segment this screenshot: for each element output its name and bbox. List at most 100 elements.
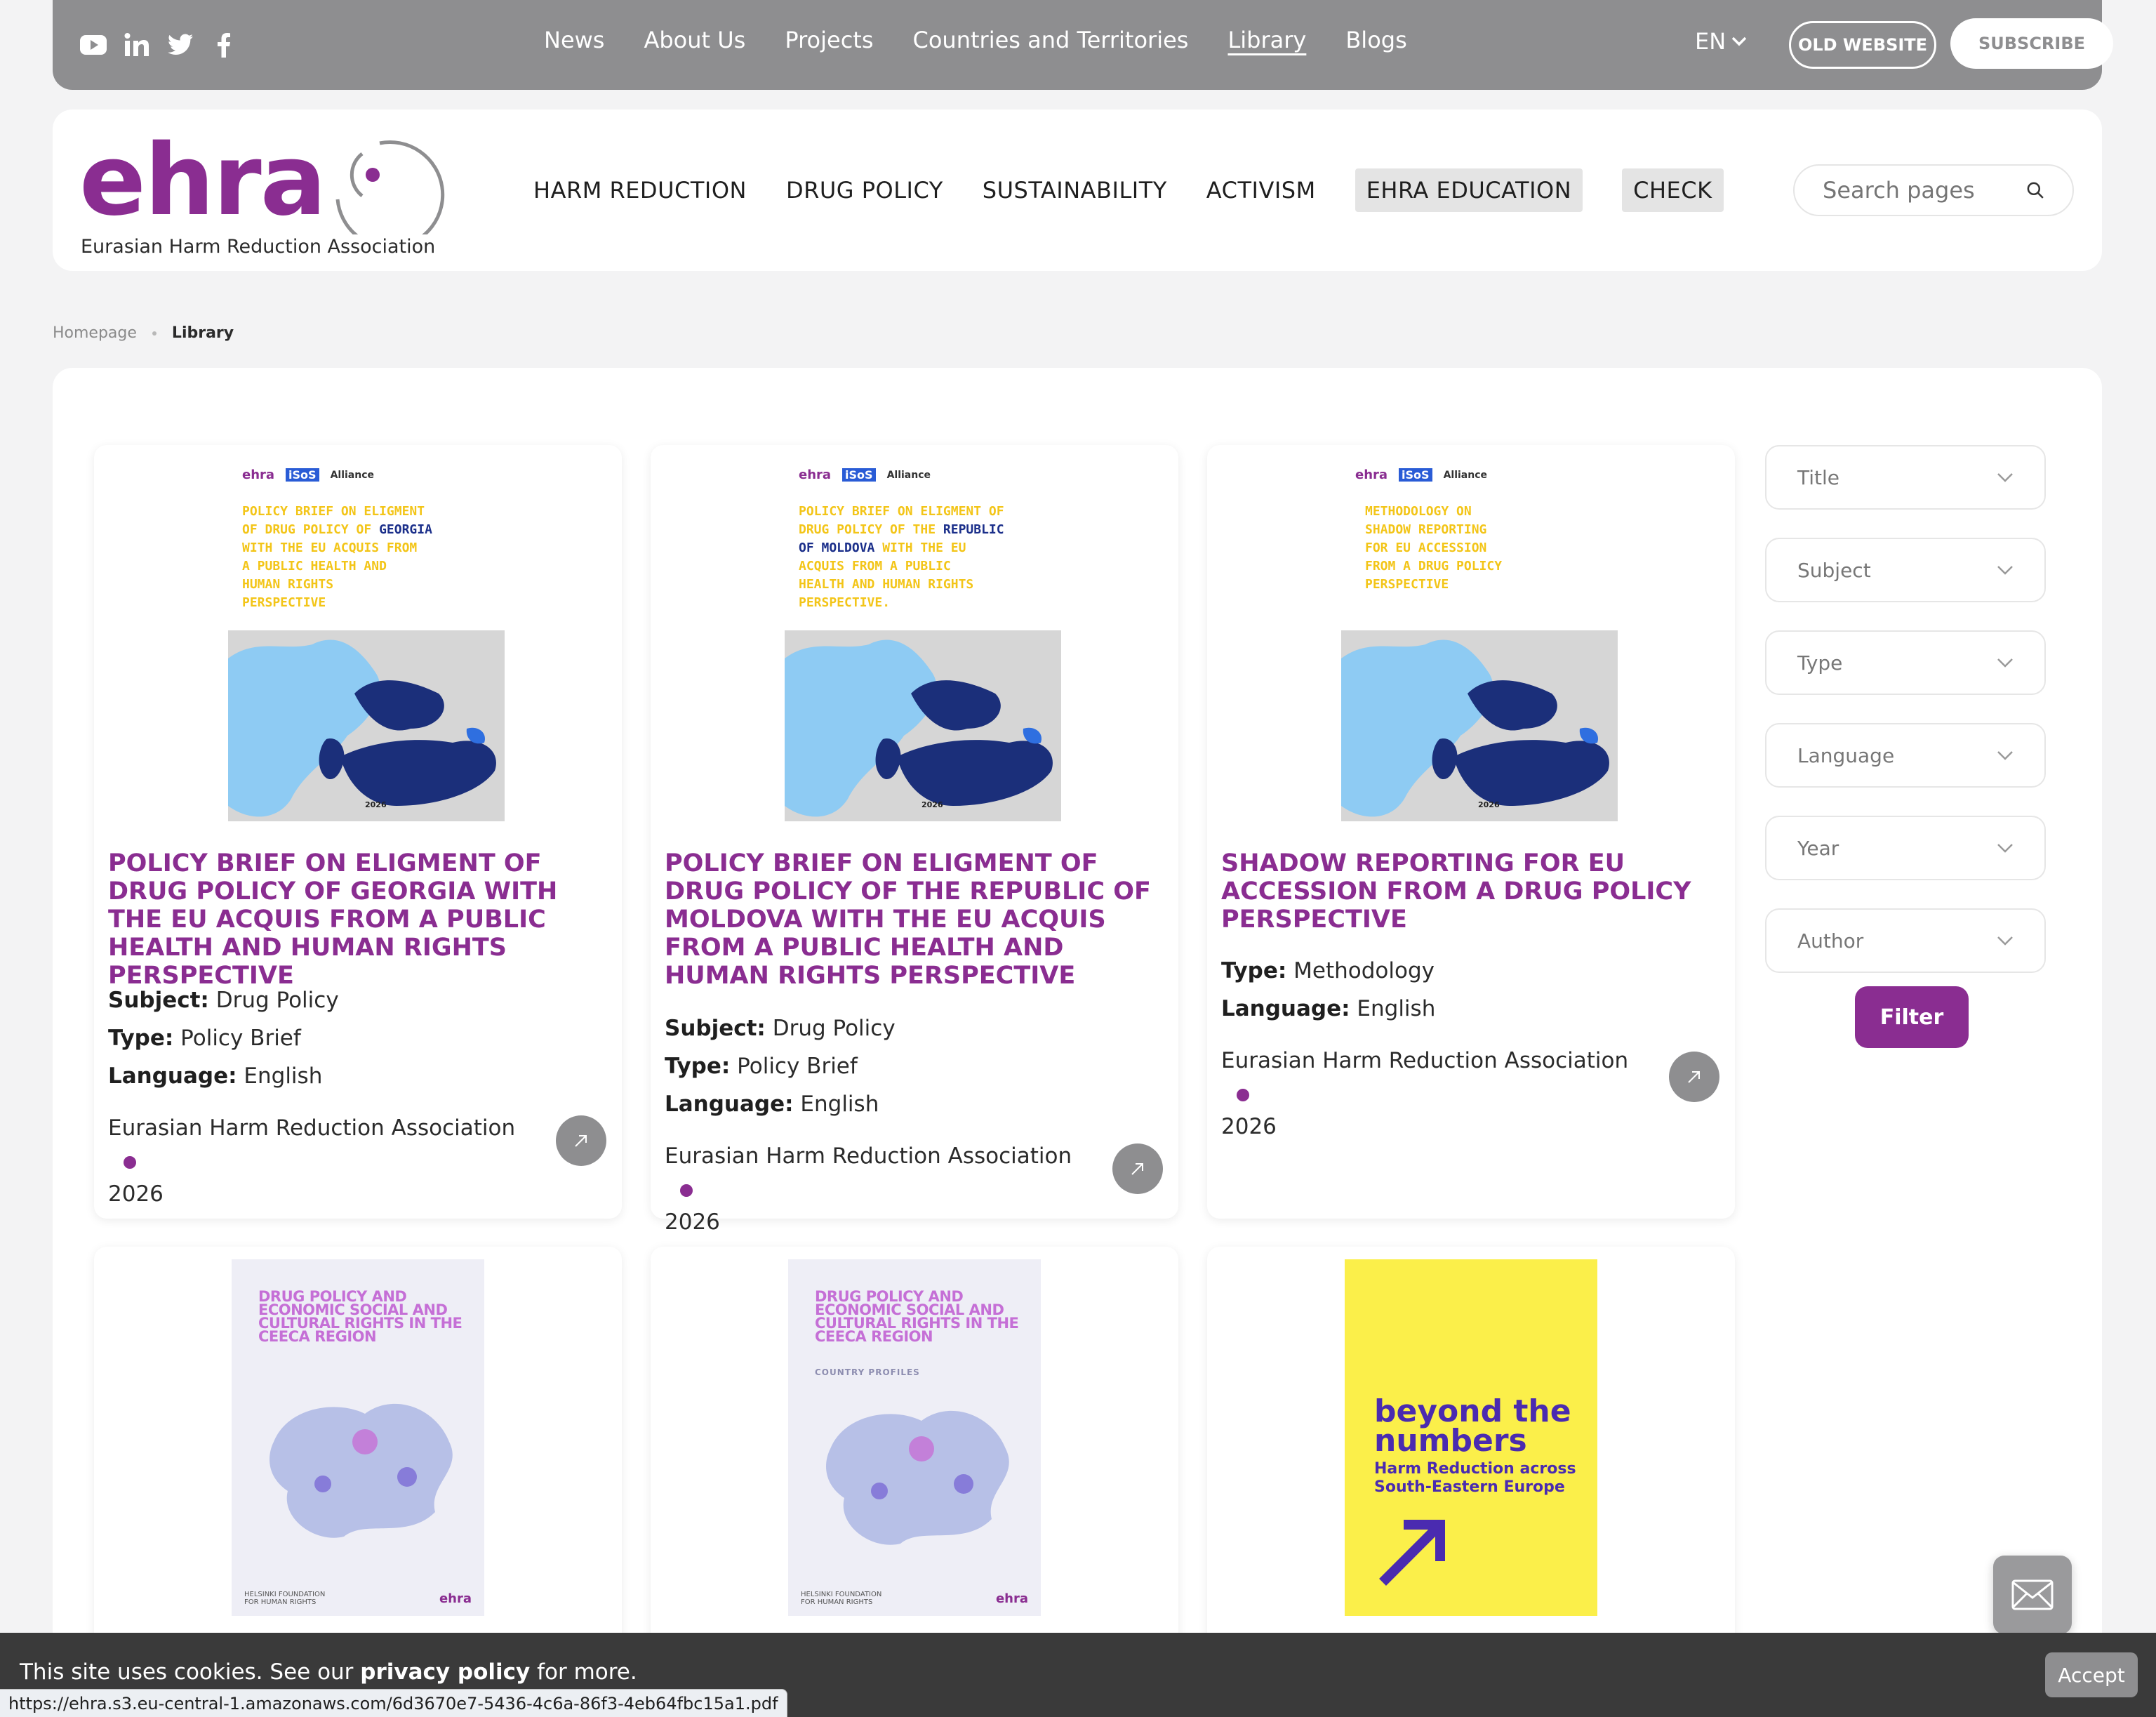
filter-language-select[interactable]: Language (1765, 723, 2046, 788)
filter-type-select[interactable]: Type (1765, 630, 2046, 695)
privacy-policy-link[interactable]: privacy policy (360, 1659, 530, 1685)
top-bar: News About Us Projects Countries and Ter… (53, 0, 2113, 90)
meta-label: Language: (1221, 996, 1350, 1021)
meta-value: English (800, 1092, 879, 1117)
cover-line: WITH THE EU (874, 541, 966, 555)
cover-logo-alliance: Alliance (886, 469, 931, 481)
nav-activism[interactable]: ACTIVISM (1206, 177, 1316, 204)
nav-drug-policy[interactable]: DRUG POLICY (786, 177, 943, 204)
cover-title: POLICY BRIEF ON ELIGMENT OF DRUG POLICY … (242, 503, 481, 612)
open-arrow-button[interactable] (556, 1115, 606, 1166)
cover-line-highlight: OF MOLDOVA (799, 541, 875, 555)
top-nav-about-us[interactable]: About Us (644, 27, 745, 53)
card-author: Eurasian Harm Reduction Association 2026 (1221, 1045, 1630, 1143)
card-year: 2026 (665, 1209, 720, 1235)
contact-mail-button[interactable] (1993, 1556, 2072, 1634)
ehra-logo[interactable]: ehra Eurasian Harm Reduction Association (79, 122, 445, 263)
social-links (79, 28, 238, 62)
cover-logos: ehra iSoS Alliance (242, 468, 374, 482)
cover-logo-isos: iSoS (286, 468, 319, 482)
cookie-accept-button[interactable]: Accept (2045, 1652, 2138, 1697)
cover-line: SHADOW REPORTING (1365, 522, 1487, 537)
chevron-down-icon (1997, 751, 2013, 760)
subscribe-button[interactable]: SUBSCRIBE (1950, 18, 2113, 69)
search-input[interactable] (1823, 177, 2026, 204)
cookie-text-part: for more. (530, 1659, 637, 1685)
top-nav-countries[interactable]: Countries and Territories (913, 27, 1189, 53)
logo-mark-icon (335, 140, 445, 234)
meta-value: Policy Brief (180, 1026, 301, 1051)
library-card[interactable]: ehra iSoS Alliance POLICY BRIEF ON ELIGM… (94, 445, 622, 1219)
card-meta: Type: Methodology Language: English (1221, 952, 1721, 1028)
old-website-button[interactable]: OLD WEBSITE (1789, 21, 1936, 69)
open-arrow-button[interactable] (1669, 1052, 1719, 1102)
cover-footer-logo: ehra (995, 1591, 1028, 1606)
twitter-icon[interactable] (166, 28, 194, 62)
linkedin-icon[interactable] (123, 28, 151, 62)
separator-dot (680, 1184, 693, 1197)
cover-logo-ehra: ehra (1355, 468, 1388, 482)
nav-harm-reduction[interactable]: HARM REDUCTION (533, 177, 747, 204)
card-title[interactable]: POLICY BRIEF ON ELIGMENT OF DRUG POLICY … (665, 849, 1164, 990)
filter-subject-select[interactable]: Subject (1765, 538, 2046, 602)
filter-label: Subject (1797, 558, 1871, 582)
cover-line: HUMAN RIGHTS (242, 577, 334, 592)
filter-panel: Title Subject Type Language Year Author (1765, 445, 2046, 1001)
youtube-icon[interactable] (79, 28, 107, 62)
library-card[interactable]: ehra iSoS Alliance POLICY BRIEF ON ELIGM… (651, 445, 1178, 1235)
meta-value: English (244, 1063, 323, 1089)
breadcrumb-home[interactable]: Homepage (53, 324, 137, 342)
card-subject: Subject: Drug Policy (665, 1009, 1164, 1047)
author-name: Eurasian Harm Reduction Association (665, 1143, 1072, 1169)
language-selector[interactable]: EN (1695, 28, 1747, 55)
cover-image: ehra iSoS Alliance POLICY BRIEF ON ELIGM… (771, 458, 1061, 830)
open-arrow-button[interactable] (1112, 1143, 1163, 1194)
nav-ehra-education[interactable]: EHRA EDUCATION (1355, 168, 1583, 212)
card-title[interactable]: SHADOW REPORTING FOR EU ACCESSION FROM A… (1221, 849, 1721, 934)
cover-subtitle: COUNTRY PROFILES (815, 1367, 920, 1377)
separator-dot (1237, 1088, 1249, 1101)
library-card[interactable]: ehra iSoS Alliance METHODOLOGY ON SHADOW… (1207, 445, 1735, 1219)
main-nav: HARM REDUCTION DRUG POLICY SUSTAINABILIT… (533, 168, 1724, 212)
breadcrumb-current: Library (171, 324, 234, 342)
cover-title: DRUG POLICY AND ECONOMIC SOCIAL AND CULT… (258, 1288, 463, 1345)
chevron-down-icon (1997, 844, 2013, 853)
card-year: 2026 (1221, 1114, 1277, 1139)
breadcrumb-separator (152, 331, 157, 336)
meta-value: Policy Brief (737, 1054, 858, 1079)
search-icon[interactable] (2026, 178, 2044, 203)
meta-label: Language: (108, 1063, 237, 1089)
filter-title-select[interactable]: Title (1765, 445, 2046, 510)
cover-line: FROM A DRUG POLICY (1365, 559, 1503, 574)
cover-line: PERSPECTIVE (1365, 577, 1449, 592)
meta-label: Subject: (665, 1016, 766, 1041)
filter-author-select[interactable]: Author (1765, 908, 2046, 973)
top-nav-library[interactable]: Library (1227, 27, 1306, 53)
cover-logo-alliance: Alliance (330, 469, 375, 481)
card-title[interactable]: POLICY BRIEF ON ELIGMENT OF DRUG POLICY … (108, 849, 608, 990)
meta-label: Type: (108, 1026, 174, 1051)
cover-title: METHODOLOGY ON SHADOW REPORTING FOR EU A… (1365, 503, 1604, 594)
facebook-icon[interactable] (210, 28, 238, 62)
cover-line: POLICY BRIEF ON ELIGMENT (242, 504, 425, 519)
filter-button[interactable]: Filter (1855, 986, 1969, 1048)
filter-year-select[interactable]: Year (1765, 816, 2046, 880)
cover-footer: HELSINKI FOUNDATION FOR HUMAN RIGHTS ehr… (801, 1591, 1028, 1606)
nav-sustainability[interactable]: SUSTAINABILITY (983, 177, 1167, 204)
cover-image: ehra iSoS Alliance POLICY BRIEF ON ELIGM… (214, 458, 505, 830)
cover-logos: ehra iSoS Alliance (1355, 468, 1487, 482)
card-author: Eurasian Harm Reduction Association 2026 (665, 1140, 1073, 1239)
top-nav-news[interactable]: News (544, 27, 604, 53)
envelope-icon (2011, 1579, 2054, 1610)
cookie-text: This site uses cookies. See our privacy … (20, 1659, 637, 1685)
logo-subtitle: Eurasian Harm Reduction Association (81, 236, 436, 258)
card-type: Type: Policy Brief (108, 1019, 608, 1057)
nav-check[interactable]: CHECK (1622, 168, 1724, 212)
top-nav-blogs[interactable]: Blogs (1345, 27, 1406, 53)
meta-label: Subject: (108, 988, 209, 1013)
top-nav-projects[interactable]: Projects (785, 27, 873, 53)
cover-title: POLICY BRIEF ON ELIGMENT OF DRUG POLICY … (799, 503, 1037, 612)
cover-line: PERSPECTIVE (242, 595, 326, 610)
filter-label: Title (1797, 465, 1840, 489)
meta-value: Methodology (1293, 958, 1435, 983)
